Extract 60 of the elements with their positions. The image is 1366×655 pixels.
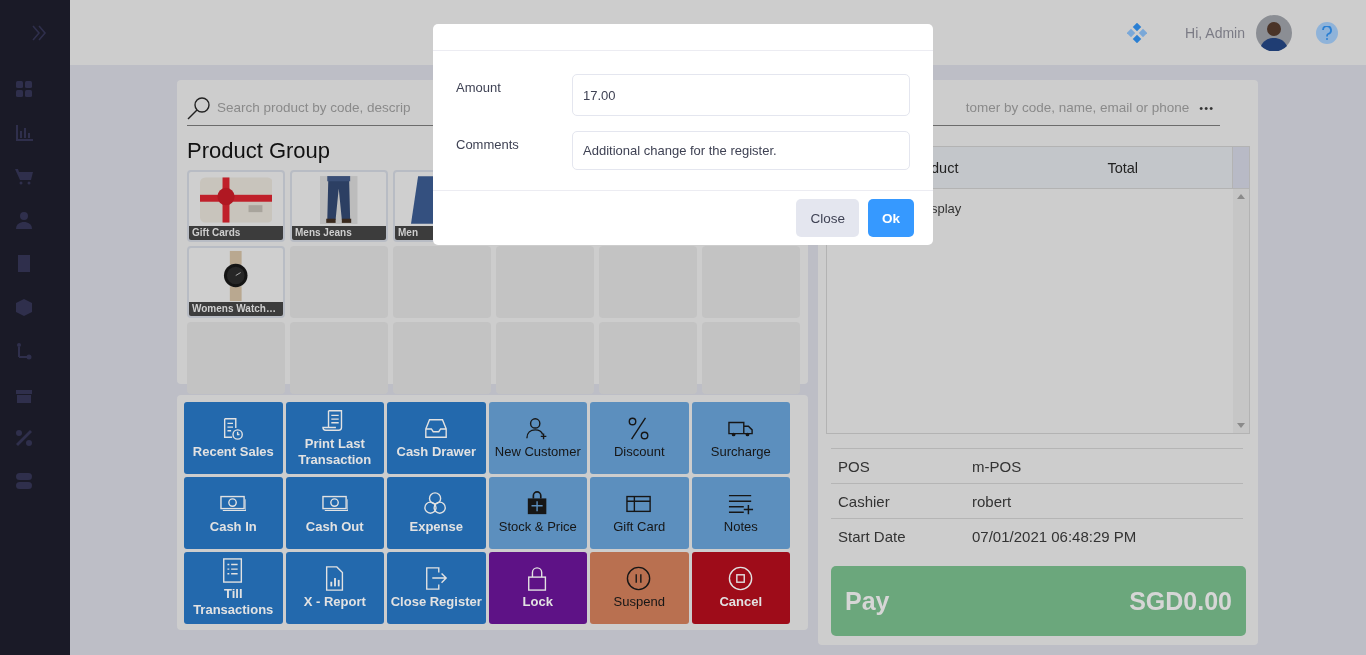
field-label: Amount (456, 79, 502, 97)
empty-tile[interactable] (496, 246, 594, 318)
section-title: Product Group (187, 138, 331, 164)
product-group-tile[interactable]: Gift Cards (187, 170, 285, 242)
info-label: Start Date (838, 527, 907, 545)
action-button[interactable]: X - Report (285, 552, 384, 624)
product-group-tile[interactable]: Womens Watch… (187, 246, 285, 318)
expand-icon[interactable] (30, 24, 48, 42)
apps-icon[interactable] (1127, 22, 1148, 43)
exit-icon (423, 566, 450, 592)
action-button[interactable]: Print Last Transaction (285, 402, 384, 474)
close-button[interactable]: Close (796, 199, 859, 237)
column-header: Total (1107, 159, 1139, 176)
action-button[interactable]: Cash Out (285, 477, 384, 549)
action-button[interactable]: Notes (691, 477, 790, 549)
dashboard-icon[interactable] (15, 80, 33, 98)
info-value: 07/01/2021 06:48:29 PM (972, 527, 1137, 545)
action-button[interactable]: Cash In (184, 477, 283, 549)
scroll-down-icon[interactable] (1237, 423, 1245, 428)
percent-icon[interactable] (15, 428, 33, 447)
action-button[interactable]: New Customer (488, 402, 587, 474)
search-icon (187, 95, 211, 120)
stop-icon (727, 566, 754, 592)
action-button[interactable]: Gift Card (590, 477, 689, 549)
empty-tile[interactable] (702, 246, 800, 318)
nodes-icon[interactable] (15, 341, 33, 360)
input-field[interactable]: Additional change for the register. (572, 131, 910, 170)
avatar[interactable] (1256, 14, 1292, 51)
pause-icon (626, 566, 653, 592)
cart-icon[interactable] (15, 167, 33, 186)
help-icon[interactable] (1316, 21, 1338, 44)
box-icon[interactable] (15, 297, 33, 316)
field-label: Comments (456, 136, 520, 154)
action-button[interactable]: Till Transactions (184, 552, 283, 624)
ok-button[interactable]: Ok (868, 199, 914, 237)
action-button[interactable]: Discount (590, 402, 689, 474)
user-greeting: Hi, Admin (1185, 24, 1245, 41)
action-button[interactable]: Recent Sales (184, 402, 283, 474)
info-label: Cashier (838, 492, 891, 510)
empty-tile[interactable] (599, 246, 697, 318)
action-button[interactable]: Stock & Price (488, 477, 587, 549)
scroll-up-icon[interactable] (1237, 194, 1245, 199)
scrollbar[interactable] (1233, 189, 1249, 433)
action-button[interactable]: Surcharge (691, 402, 790, 474)
action-button[interactable]: Cash Drawer (387, 402, 486, 474)
info-value: m-POS (972, 457, 1022, 475)
info-label: POS (838, 457, 871, 475)
empty-tile[interactable] (393, 246, 491, 318)
product-group-tile[interactable]: Mens Jeans (290, 170, 388, 242)
person-icon[interactable] (15, 210, 33, 229)
action-button[interactable]: Cancel (691, 552, 790, 624)
info-value: robert (972, 492, 1012, 510)
action-button[interactable]: Suspend (590, 552, 689, 624)
chart-icon[interactable] (15, 123, 33, 142)
input-field[interactable]: 17.00 (572, 74, 910, 116)
toggle-icon[interactable] (15, 472, 33, 491)
table-cell-text: splay (931, 201, 963, 216)
action-button[interactable]: Lock (488, 552, 587, 624)
action-button[interactable]: Expense (387, 477, 486, 549)
action-button[interactable]: Close Register (387, 552, 486, 624)
